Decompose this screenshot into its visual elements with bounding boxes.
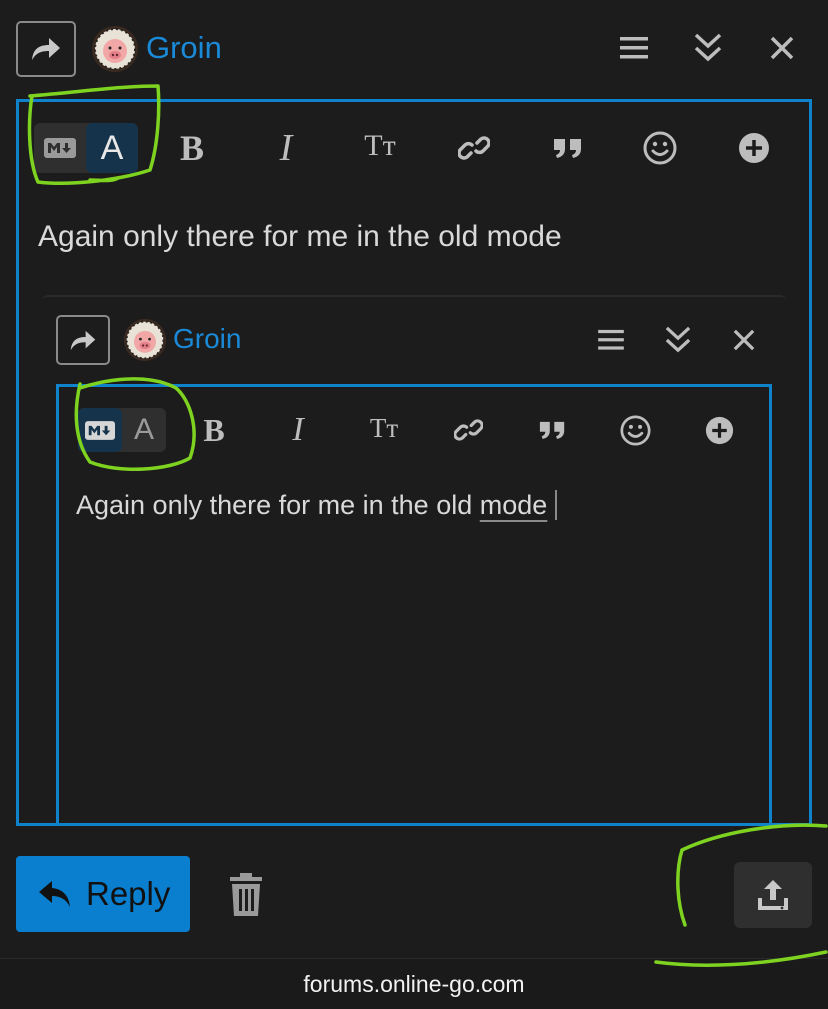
avatar-pig-icon <box>123 318 167 362</box>
reply-label: Reply <box>86 875 171 912</box>
inner-avatar <box>123 318 167 362</box>
insert-button[interactable] <box>732 126 776 170</box>
plus-circle-icon <box>705 416 733 444</box>
link-icon <box>453 419 483 441</box>
list-icon <box>598 329 624 350</box>
inner-richtext-mode-button[interactable]: A <box>122 408 166 452</box>
inner-collapse-button[interactable] <box>660 322 696 358</box>
list-button[interactable] <box>614 30 654 66</box>
markdown-icon <box>44 138 76 158</box>
bold-button[interactable]: B <box>170 126 214 170</box>
close-icon <box>733 329 755 351</box>
inner-mode-toggle[interactable]: A <box>78 408 166 452</box>
inner-close-button[interactable] <box>726 322 762 358</box>
inner-markdown-mode-button[interactable] <box>78 408 122 452</box>
markdown-icon <box>85 420 115 440</box>
inner-italic-label: I <box>292 411 304 448</box>
share-icon <box>32 38 60 60</box>
inner-message-text[interactable]: Again only there for me in the old mode <box>76 490 558 521</box>
close-icon <box>770 36 794 60</box>
markdown-mode-button[interactable] <box>34 123 86 173</box>
inner-emoji-button[interactable] <box>615 410 655 450</box>
inner-link-button[interactable] <box>448 410 488 450</box>
heading-label: Tт <box>364 129 396 162</box>
delete-button[interactable] <box>222 870 270 920</box>
richtext-label: A <box>100 128 124 167</box>
inner-richtext-label: A <box>133 413 154 446</box>
outer-message-text: Again only there for me in the old mode <box>38 220 562 253</box>
italic-button[interactable]: I <box>264 126 308 170</box>
italic-label: I <box>279 127 293 169</box>
inner-insert-button[interactable] <box>699 410 739 450</box>
link-button[interactable] <box>452 126 496 170</box>
mode-toggle[interactable]: A <box>34 123 138 173</box>
inner-list-button[interactable] <box>593 324 629 356</box>
list-icon <box>620 37 648 59</box>
avatar-pig-icon <box>92 26 138 72</box>
inner-message-text-underlined: mode <box>479 490 548 520</box>
inner-share-button[interactable] <box>56 315 110 365</box>
emoji-icon <box>643 131 677 165</box>
link-icon <box>458 136 490 160</box>
inner-heading-button[interactable]: Tт <box>362 408 406 448</box>
plus-circle-icon <box>739 133 769 163</box>
inner-italic-button[interactable]: I <box>278 410 318 450</box>
reply-arrow-icon <box>39 881 70 907</box>
quote-icon <box>554 139 581 158</box>
quote-icon <box>539 421 564 439</box>
address-domain: forums.online-go.com <box>303 970 525 997</box>
collapse-button[interactable] <box>688 28 728 68</box>
inner-bold-label: B <box>203 411 225 448</box>
richtext-mode-button[interactable]: A <box>86 123 138 173</box>
address-bar[interactable]: forums.online-go.com <box>0 958 828 1009</box>
upload-icon <box>758 880 788 910</box>
inner-heading-label: Tт <box>369 412 399 443</box>
emoji-icon <box>619 414 651 446</box>
inner-quote-button[interactable] <box>532 410 572 450</box>
upload-button[interactable] <box>734 862 812 928</box>
close-button[interactable] <box>762 28 802 68</box>
quote-button[interactable] <box>546 126 590 170</box>
trash-icon <box>230 873 262 916</box>
chevrons-down-icon <box>665 326 691 353</box>
username[interactable]: Groin <box>146 30 222 66</box>
avatar <box>91 25 139 73</box>
reply-button[interactable]: Reply <box>16 856 190 932</box>
share-icon <box>70 330 96 350</box>
emoji-button[interactable] <box>638 126 682 170</box>
inner-username[interactable]: Groin <box>173 323 241 355</box>
chevrons-down-icon <box>694 33 722 62</box>
inner-message-text-main: Again only there for me in the old <box>76 490 480 520</box>
heading-button[interactable]: Tт <box>358 124 402 168</box>
bold-label: B <box>179 128 204 168</box>
share-button[interactable] <box>16 21 76 77</box>
inner-bold-button[interactable]: B <box>194 410 234 450</box>
text-cursor <box>555 490 558 520</box>
